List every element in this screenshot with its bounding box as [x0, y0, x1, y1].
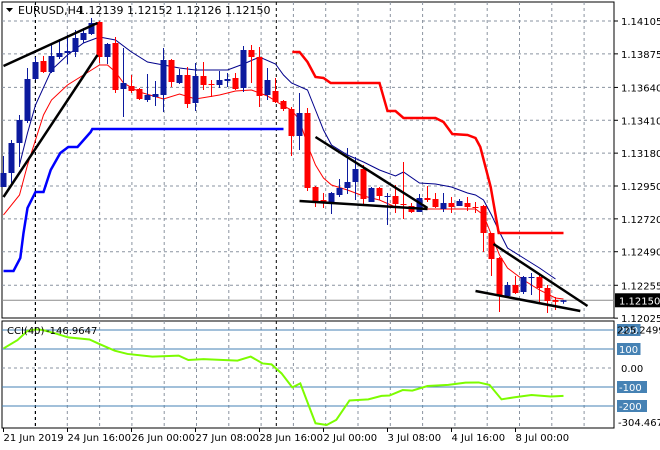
candle-bear [552, 299, 559, 302]
candle-bear [168, 59, 175, 82]
candle-bear [472, 206, 479, 208]
candle-bull [120, 82, 127, 89]
candle-bear [480, 205, 487, 233]
candle-bear [488, 232, 495, 259]
candle-bull [176, 74, 183, 83]
candle-bear [96, 21, 103, 57]
candle-bear [312, 186, 319, 202]
time-tick-label: 24 Jun 16:00 [68, 433, 132, 444]
candle-bull [352, 168, 359, 182]
candle-bull [72, 37, 79, 52]
price-tick-label: 1.12490 [621, 248, 660, 259]
current-price-label: 1.12150 [619, 296, 660, 307]
candle-bull [64, 50, 71, 53]
candle-bull [528, 276, 535, 278]
candle-bull [560, 300, 567, 302]
candle-bull [0, 172, 7, 187]
candle-bear [288, 108, 295, 136]
candle-bull [216, 79, 223, 85]
candle-bear [248, 49, 255, 57]
cci-zero-label: 0.00 [621, 364, 643, 375]
time-tick-label: 28 Jun 16:00 [260, 433, 324, 444]
cci-level-label: -200 [619, 402, 642, 413]
candle-bear [424, 197, 431, 200]
time-tick-label: 2 Jul 00:00 [324, 433, 378, 444]
candle-bear [512, 284, 519, 293]
time-tick-label: 21 Jun 2019 [4, 433, 64, 444]
price-tick-label: 1.13875 [621, 50, 660, 61]
candle-bear [136, 88, 143, 99]
candle-bull [32, 61, 39, 79]
candle-bear [432, 198, 439, 207]
price-tick-label: 1.13640 [621, 83, 660, 94]
candle-bear [40, 60, 47, 72]
candle-bear [232, 77, 239, 89]
candle-bear [392, 195, 399, 204]
candle-bull [8, 142, 15, 173]
price-chart[interactable]: 1.14105 1.13875 1.13640 1.13410 1.13180 1.129… [0, 0, 660, 450]
candle-bull [224, 78, 231, 81]
candle-bear [200, 75, 207, 85]
candle-bull [152, 93, 159, 97]
candle-bear [536, 276, 543, 288]
time-tick-label: 4 Jul 16:00 [452, 433, 506, 444]
candle-bear [304, 112, 311, 188]
cci-title: CCI(40) [7, 326, 45, 337]
candle-bear [400, 203, 407, 205]
time-tick-label: 3 Jul 08:00 [388, 433, 442, 444]
candle-bull [240, 49, 247, 88]
candle-bear [128, 85, 135, 91]
candle-bull [296, 112, 303, 136]
candle-bull [344, 181, 351, 188]
candle-bull [160, 59, 167, 95]
price-tick-label: 1.13180 [621, 149, 660, 160]
candle-bear [496, 257, 503, 296]
candle-bear [544, 287, 551, 301]
candle-bear [112, 42, 119, 90]
candle-bear [376, 187, 383, 196]
candle-bear [256, 56, 263, 96]
time-tick-label: 8 Jul 00:00 [516, 433, 570, 444]
price-tick-label: 1.13410 [621, 116, 660, 127]
candle-bull [336, 187, 343, 195]
price-tick-label: 1.12720 [621, 215, 660, 226]
candle-bull [440, 202, 447, 209]
candle-bear [280, 100, 287, 109]
candle-bull [104, 43, 111, 57]
time-tick-label: 26 Jun 00:00 [132, 433, 196, 444]
cci-max-label: 225.2499 [617, 325, 660, 336]
cci-level-label: -100 [619, 383, 642, 394]
candle-bear [360, 168, 367, 199]
price-tick-label: 1.12255 [621, 281, 660, 292]
cci-level-label: 100 [619, 345, 638, 356]
candle-bull [80, 32, 87, 40]
candle-bull [192, 75, 199, 103]
candle-bull [48, 55, 55, 72]
ohlc-readout: 1.12139 1.12152 1.12126 1.12150 [78, 4, 270, 17]
candle-bull [56, 52, 63, 57]
candle-bear [272, 90, 279, 102]
price-tick-label: 1.12950 [621, 182, 660, 193]
candle-bear [184, 74, 191, 104]
candle-bull [520, 276, 527, 292]
candle-bull [16, 119, 23, 143]
cci-panel-frame [1, 320, 615, 429]
candle-bull [328, 192, 335, 202]
candle-bear [464, 202, 471, 207]
price-tick-label: 1.14105 [621, 17, 660, 28]
symbol-label: EURUSD,H4 [18, 4, 83, 17]
candle-bull [384, 195, 391, 197]
candle-bear [208, 83, 215, 85]
cci-value: -146.9647 [46, 326, 97, 337]
candle-bull [456, 200, 463, 206]
candle-bull [264, 79, 271, 95]
candle-bull [504, 284, 511, 296]
candle-bear [448, 202, 455, 207]
cci-min-label: -304.4671 [618, 418, 660, 429]
candle-bull [144, 94, 151, 100]
candle-bull [24, 78, 31, 121]
time-tick-label: 27 Jun 08:00 [196, 433, 260, 444]
price-tick-label: 1.12025 [621, 314, 660, 325]
candle-bull [368, 187, 375, 202]
